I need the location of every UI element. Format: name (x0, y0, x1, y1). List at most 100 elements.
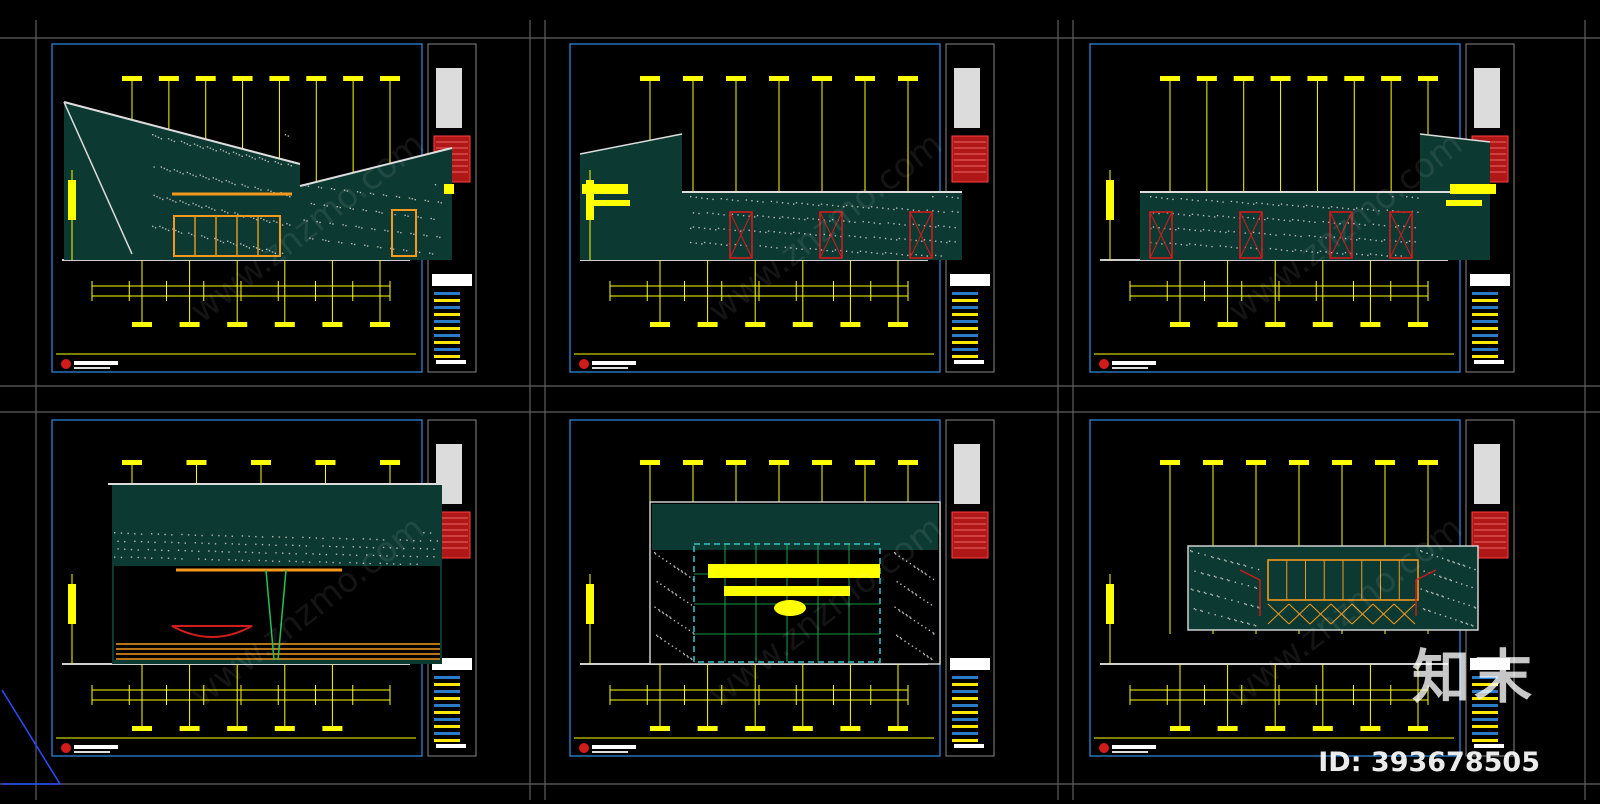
drawing-scale-text (592, 751, 628, 753)
stone-texture-dot (124, 548, 126, 550)
leader-tag (186, 460, 207, 465)
stone-texture-dot (345, 224, 347, 227)
drawing-sheet-s4[interactable]: www.znzmo.com (51, 419, 477, 757)
stone-texture-dot (319, 561, 321, 563)
stone-texture-dot (185, 202, 187, 205)
stone-texture-dot (140, 533, 143, 535)
stone-texture-dot (845, 250, 848, 253)
stone-texture-dot (387, 230, 389, 232)
stone-texture-dot (173, 169, 176, 171)
stone-texture-dot (241, 183, 243, 186)
stone-texture-dot (792, 217, 795, 219)
stone-texture-dot (362, 538, 365, 540)
leader-tag (322, 322, 343, 327)
stone-texture-dot (176, 170, 178, 172)
stone-texture-dot (278, 536, 281, 538)
stone-texture-dot (1231, 561, 1234, 564)
stone-texture-dot (287, 135, 290, 137)
stone-texture-dot (762, 215, 764, 217)
drawing-sheet-s2[interactable]: www.znzmo.com (569, 43, 995, 373)
stone-texture-dot (1203, 591, 1206, 594)
stone-texture-dot (414, 198, 416, 201)
drawing-scale-text (1112, 751, 1148, 753)
stone-texture-dot (1258, 232, 1260, 234)
stone-texture-dot (1219, 231, 1221, 233)
title-block-row (952, 704, 978, 707)
stone-texture-dot (901, 208, 903, 210)
stone-texture-dot (430, 217, 432, 220)
stone-texture-dot (1188, 214, 1191, 217)
drawing-number-bubble (1099, 359, 1109, 369)
stone-texture-dot (915, 253, 917, 256)
stone-texture-dot (392, 248, 395, 250)
stone-texture-dot (1220, 577, 1222, 579)
stone-texture-dot (680, 570, 683, 572)
stone-texture-dot (268, 544, 270, 546)
stone-texture-dot (410, 232, 412, 235)
dimension-text-block (68, 180, 76, 220)
leader-tag (792, 726, 813, 731)
cad-viewport[interactable]: www.znzmo.com www.znzmo.com www.znzmo.com w… (0, 0, 1600, 800)
leader-tag (1217, 726, 1238, 731)
stone-texture-dot (671, 645, 674, 647)
stone-texture-dot (258, 559, 260, 562)
stone-texture-dot (1213, 575, 1216, 578)
title-block-label (950, 658, 990, 670)
stone-texture-dot (754, 230, 756, 232)
leader-tag (195, 76, 216, 81)
title-block-logo (436, 68, 462, 128)
stone-texture-dot (1211, 200, 1213, 202)
stone-texture-dot (1221, 578, 1224, 580)
stone-texture-dot (1461, 621, 1463, 624)
stone-texture-dot (806, 203, 809, 205)
stone-texture-dot (214, 209, 216, 211)
stone-texture-dot (273, 220, 275, 222)
stone-texture-dot (876, 252, 878, 255)
stone-texture-dot (686, 655, 688, 657)
stone-texture-dot (893, 222, 895, 225)
leader-tag (1246, 460, 1266, 465)
stone-texture-dot (276, 221, 278, 224)
stone-texture-dot (426, 555, 428, 558)
stone-texture-dot (654, 553, 657, 555)
stone-texture-dot (717, 227, 720, 230)
stone-texture-dot (851, 251, 853, 253)
title-block-row (952, 292, 978, 295)
stone-texture-dot (120, 556, 123, 559)
stone-texture-dot (682, 652, 685, 655)
leader-tag (380, 460, 400, 465)
drawing-sheet-s3[interactable]: www.znzmo.com (1089, 43, 1515, 373)
stone-texture-dot (201, 542, 203, 544)
stone-texture-dot (174, 557, 176, 560)
title-block-row (952, 711, 978, 714)
stone-texture-dot (1254, 625, 1257, 627)
stone-texture-dot (429, 532, 432, 534)
stone-texture-dot (690, 657, 692, 659)
stone-texture-dot (134, 540, 136, 543)
stone-texture-dot (205, 205, 207, 207)
stone-texture-dot (1202, 573, 1204, 575)
stone-texture-dot (409, 563, 412, 565)
stone-texture-dot (245, 245, 248, 248)
stone-texture-dot (186, 171, 189, 174)
title-block-row (434, 355, 460, 358)
stone-texture-dot (742, 214, 745, 217)
stone-texture-dot (688, 629, 691, 632)
stone-texture-dot (756, 214, 759, 217)
stone-texture-dot (371, 228, 373, 230)
stone-texture-dot (929, 239, 931, 242)
leader-tag (179, 322, 200, 327)
drawing-sheet-s1[interactable]: www.znzmo.com (51, 43, 477, 373)
stone-texture-dot (169, 170, 171, 172)
stone-texture-dot (208, 542, 210, 545)
stone-texture-dot (1450, 617, 1452, 619)
leader-tag (1196, 76, 1217, 81)
stone-texture-dot (890, 238, 892, 240)
stone-texture-dot (919, 596, 921, 599)
stone-texture-dot (1208, 612, 1210, 614)
stone-texture-dot (1450, 579, 1452, 582)
title-block-row (1472, 306, 1498, 309)
stone-texture-dot (203, 236, 206, 238)
drawing-sheet-s5[interactable]: www.znzmo.com (569, 419, 995, 757)
cad-drawing-canvas: www.znzmo.com www.znzmo.com www.znzmo.com w… (0, 20, 1600, 800)
